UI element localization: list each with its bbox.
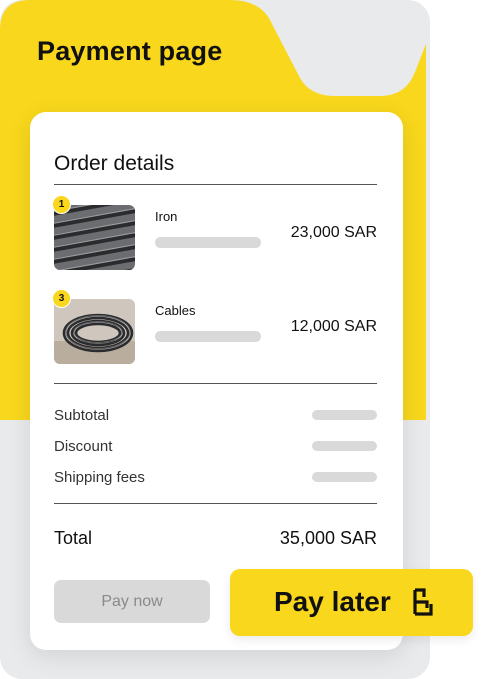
subtotal-label: Subtotal xyxy=(54,407,110,424)
discount-label: Discount xyxy=(54,438,113,455)
divider xyxy=(54,503,377,504)
item-description-placeholder xyxy=(155,331,261,342)
pay-now-button[interactable]: Pay now xyxy=(54,580,210,623)
divider xyxy=(54,184,377,185)
order-details-title: Order details xyxy=(54,152,175,175)
divider xyxy=(54,383,377,384)
item-name: Cables xyxy=(155,303,196,318)
brand-logo-icon xyxy=(411,588,435,621)
item-price: 12,000 SAR xyxy=(290,318,377,335)
quantity-badge: 1 xyxy=(52,195,71,214)
item-name: Iron xyxy=(155,209,178,224)
page-title: Payment page xyxy=(37,36,223,66)
item-description-placeholder xyxy=(155,237,261,248)
pay-later-button[interactable]: Pay later xyxy=(230,569,473,636)
discount-value-placeholder xyxy=(312,441,377,451)
list-item[interactable]: 1 Iron 23,000 SAR xyxy=(52,195,377,285)
total-label: Total xyxy=(54,528,93,548)
iron-bars-image xyxy=(54,205,135,270)
shipping-value-placeholder xyxy=(312,472,377,482)
item-price: 23,000 SAR xyxy=(290,224,377,241)
subtotal-value-placeholder xyxy=(312,410,377,420)
total-value: 35,000 SAR xyxy=(279,528,377,548)
quantity-badge: 3 xyxy=(52,289,71,308)
list-item[interactable]: 3 Cables 12,000 SAR xyxy=(52,289,377,379)
shipping-fees-label: Shipping fees xyxy=(54,469,145,486)
pay-later-label: Pay later xyxy=(274,586,391,617)
cable-coil-image xyxy=(54,299,135,364)
